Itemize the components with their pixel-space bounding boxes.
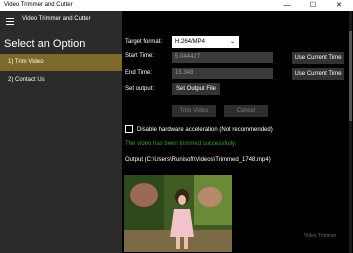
cancel-button[interactable]: Cancel — [224, 105, 268, 117]
hamburger-menu-icon[interactable] — [2, 13, 18, 29]
target-format-label: Target format: — [125, 39, 163, 45]
end-time-label: End Time: — [125, 70, 153, 76]
use-current-time-end-button[interactable]: Use Current Time — [292, 68, 344, 80]
video-preview[interactable] — [124, 175, 232, 252]
app-title: Video Trimmer and Cutter — [22, 16, 91, 22]
minimize-button[interactable]: — — [276, 0, 298, 11]
target-format-value: H.264/MP4 — [175, 39, 206, 45]
set-output-label: Set output: — [125, 86, 155, 92]
target-format-select[interactable]: H.264/MP4 ⌄ — [172, 36, 239, 48]
sidebar: Video Trimmer and Cutter Select an Optio… — [0, 11, 122, 253]
title-bar: Video Trimmer and Cutter — ☐ ✕ — [0, 0, 353, 11]
window-title: Video Trimmer and Cutter — [4, 2, 73, 8]
output-path-text: Output (C:\Users\Runisoft\Videos\Trimmed… — [125, 157, 271, 163]
start-time-label: Start Time: — [125, 53, 155, 59]
scrollbar-thumb[interactable] — [349, 31, 352, 121]
sidebar-item-contact-us[interactable]: 2) Contact Us — [0, 72, 122, 89]
use-current-time-start-button[interactable]: Use Current Time — [292, 52, 344, 64]
chevron-down-icon: ⌄ — [229, 39, 235, 45]
status-message: The video has been trimmed successfully. — [125, 141, 237, 147]
end-time-field[interactable]: 15.348 — [172, 68, 273, 79]
video-frame-image — [124, 175, 232, 252]
trim-video-button[interactable]: Trim Video — [172, 105, 216, 117]
sidebar-item-trim-video[interactable]: 1) Trim Video — [0, 54, 122, 71]
set-output-file-button[interactable]: Set Output File — [172, 83, 220, 95]
start-time-field[interactable]: 5.044427 — [172, 52, 273, 63]
watermark-text: Video Trimmer — [304, 233, 337, 239]
hardware-acceleration-checkbox[interactable] — [125, 125, 133, 133]
main-pane: Target format: H.264/MP4 ⌄ Start Time: 5… — [122, 11, 353, 253]
sidebar-heading: Select an Option — [4, 38, 86, 50]
maximize-button[interactable]: ☐ — [302, 0, 324, 11]
hardware-acceleration-label: Disable hardware acceleration (Not recom… — [137, 127, 273, 133]
close-button[interactable]: ✕ — [328, 0, 350, 11]
